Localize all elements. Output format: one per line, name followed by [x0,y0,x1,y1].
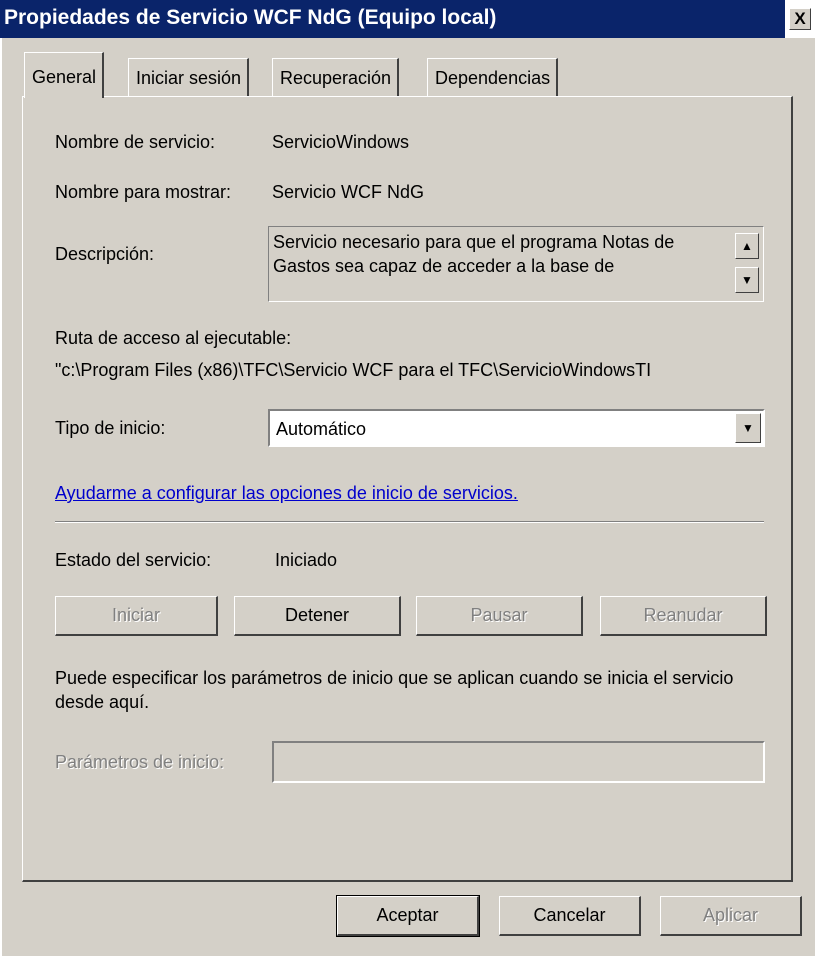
scroll-up-icon[interactable]: ▲ [735,233,759,259]
tab-iniciar-sesion-label: Iniciar sesión [136,68,242,88]
startup-type-value: Automático [276,419,367,439]
resume-button[interactable]: Reanudar [600,596,767,636]
start-button[interactable]: Iniciar [55,596,218,636]
description-label: Descripción: [55,244,155,264]
pause-button[interactable]: Pausar [416,596,583,636]
description-box[interactable]: Servicio necesario para que el programa … [268,226,764,302]
separator [55,521,764,523]
dropdown-arrow-icon[interactable]: ▼ [735,413,761,443]
help-link[interactable]: Ayudarme a configurar las opciones de in… [55,483,518,504]
tab-general[interactable]: General [24,52,105,98]
apply-button[interactable]: Aplicar [660,896,802,936]
tab-recuperacion-label: Recuperación [280,68,392,88]
display-name-label: Nombre para mostrar: [55,182,232,202]
close-icon: X [794,9,806,28]
params-input[interactable] [272,741,765,783]
cancel-button[interactable]: Cancelar [499,896,641,936]
tab-dependencias[interactable]: Dependencias [427,58,559,96]
description-text: Servicio necesario para que el programa … [273,232,675,276]
service-name-label: Nombre de servicio: [55,132,216,152]
exe-path-label: Ruta de acceso al ejecutable: [55,328,292,348]
scroll-down-icon[interactable]: ▼ [735,267,759,293]
startup-type-label: Tipo de inicio: [55,418,166,438]
status-label: Estado del servicio: [55,550,212,570]
status-value: Iniciado [275,550,338,570]
params-note: Puede especificar los parámetros de inic… [55,668,734,712]
tab-dependencias-label: Dependencias [435,68,551,88]
tab-iniciar-sesion[interactable]: Iniciar sesión [128,58,250,96]
startup-type-select[interactable]: Automático ▼ [268,409,765,447]
service-name-value: ServicioWindows [272,132,410,152]
title-bar-fill: Propiedades de Servicio WCF NdG (Equipo … [0,0,785,38]
exe-path-value: "c:\Program Files (x86)\TFC\Servicio WCF… [55,360,652,380]
tab-recuperacion[interactable]: Recuperación [272,58,400,96]
title-bar: Propiedades de Servicio WCF NdG (Equipo … [0,0,815,38]
window-title: Propiedades de Servicio WCF NdG (Equipo … [4,6,497,29]
ok-button[interactable]: Aceptar [336,895,480,937]
display-name-value: Servicio WCF NdG [272,182,425,202]
close-button[interactable]: X [789,8,811,30]
stop-button[interactable]: Detener [234,596,401,636]
tab-general-label: General [32,67,97,87]
params-label: Parámetros de inicio: [55,752,225,772]
